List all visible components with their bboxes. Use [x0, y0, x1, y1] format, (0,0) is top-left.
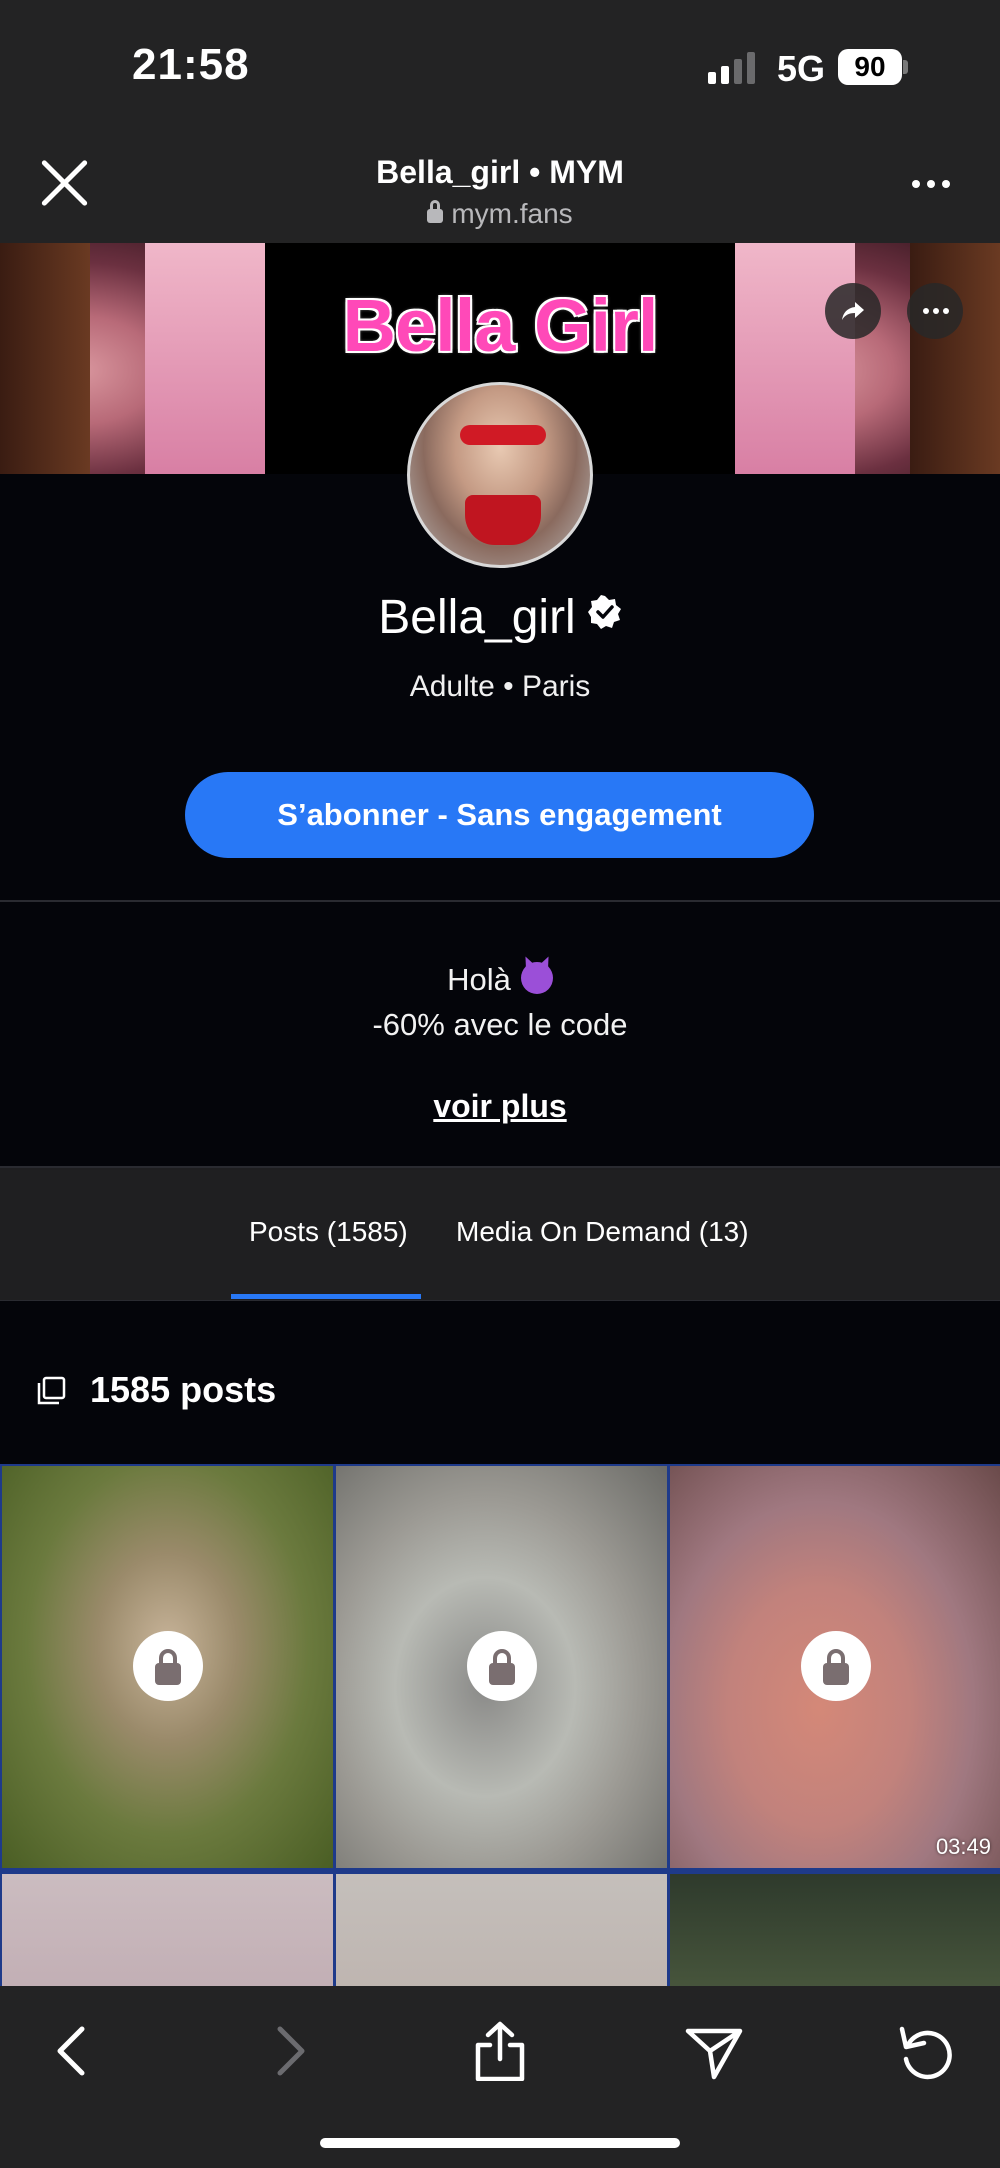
status-time: 21:58	[132, 40, 250, 89]
grid-item[interactable]	[2, 1466, 333, 1868]
lock-icon	[133, 1631, 203, 1701]
posts-count-row: 1585 posts	[0, 1301, 1000, 1464]
banner-photo-left	[0, 243, 265, 474]
signal-icon	[708, 52, 755, 84]
banner-title: Bella Girl	[342, 284, 659, 367]
subscribe-button[interactable]: S’abonner - Sans engagement	[185, 772, 814, 858]
grid-item[interactable]: 03:49	[670, 1466, 1000, 1868]
profile-name: Bella_girl	[0, 590, 1000, 645]
grid-item[interactable]	[670, 1874, 1000, 1988]
lock-icon	[427, 200, 444, 223]
profile-subtitle: Adulte • Paris	[409, 670, 591, 703]
posts-count: 1585 posts	[90, 1369, 277, 1410]
browser-header: Bella_girl • MYM mym.fans	[0, 140, 1000, 243]
lock-icon	[801, 1631, 871, 1701]
active-tab-indicator	[231, 1294, 421, 1299]
more-icon[interactable]	[912, 180, 950, 188]
more-icon	[923, 308, 949, 314]
tab-posts[interactable]: Posts (1585)	[249, 1216, 408, 1248]
page-url: mym.fans	[0, 198, 1000, 230]
battery-icon: 90	[838, 49, 902, 85]
bio-line-1: Holà	[0, 962, 1000, 998]
status-bar: 21:58 5G 90	[0, 0, 1000, 140]
grid-item[interactable]	[336, 1874, 667, 1988]
devil-emoji-icon	[520, 962, 553, 994]
grid-item[interactable]	[2, 1874, 333, 1988]
back-icon[interactable]	[44, 2021, 104, 2081]
url-text: mym.fans	[451, 198, 573, 229]
battery-nub	[903, 60, 908, 74]
bio-text-1: Holà	[447, 962, 511, 997]
network-type: 5G	[777, 48, 826, 89]
grid-item[interactable]	[336, 1466, 667, 1868]
banner-more-button[interactable]	[907, 283, 963, 339]
home-indicator	[320, 2138, 680, 2148]
tab-media-on-demand[interactable]: Media On Demand (13)	[456, 1216, 749, 1248]
bio-line-2: -60% avec le code	[372, 1007, 628, 1042]
lock-icon	[467, 1631, 537, 1701]
video-duration: 03:49	[935, 1834, 991, 1859]
verified-icon	[587, 595, 621, 629]
upload-icon[interactable]	[470, 2021, 530, 2081]
reload-icon[interactable]	[896, 2021, 956, 2081]
browser-toolbar	[0, 1986, 1000, 2168]
see-more-link[interactable]: voir plus	[0, 1088, 1000, 1125]
send-icon[interactable]	[684, 2021, 744, 2081]
page-title: Bella_girl • MYM	[376, 154, 624, 190]
share-button[interactable]	[825, 283, 881, 339]
posts-stack-icon	[37, 1376, 66, 1405]
profile-tabs: Posts (1585) Media On Demand (13)	[0, 1168, 1000, 1301]
posts-grid: 03:49	[0, 1464, 1000, 1988]
banner-photo-right	[735, 243, 1000, 474]
share-icon	[842, 302, 864, 320]
forward-icon[interactable]	[258, 2021, 318, 2081]
profile-name-text: Bella_girl	[378, 591, 576, 644]
avatar[interactable]	[407, 382, 593, 568]
divider	[0, 900, 1000, 902]
